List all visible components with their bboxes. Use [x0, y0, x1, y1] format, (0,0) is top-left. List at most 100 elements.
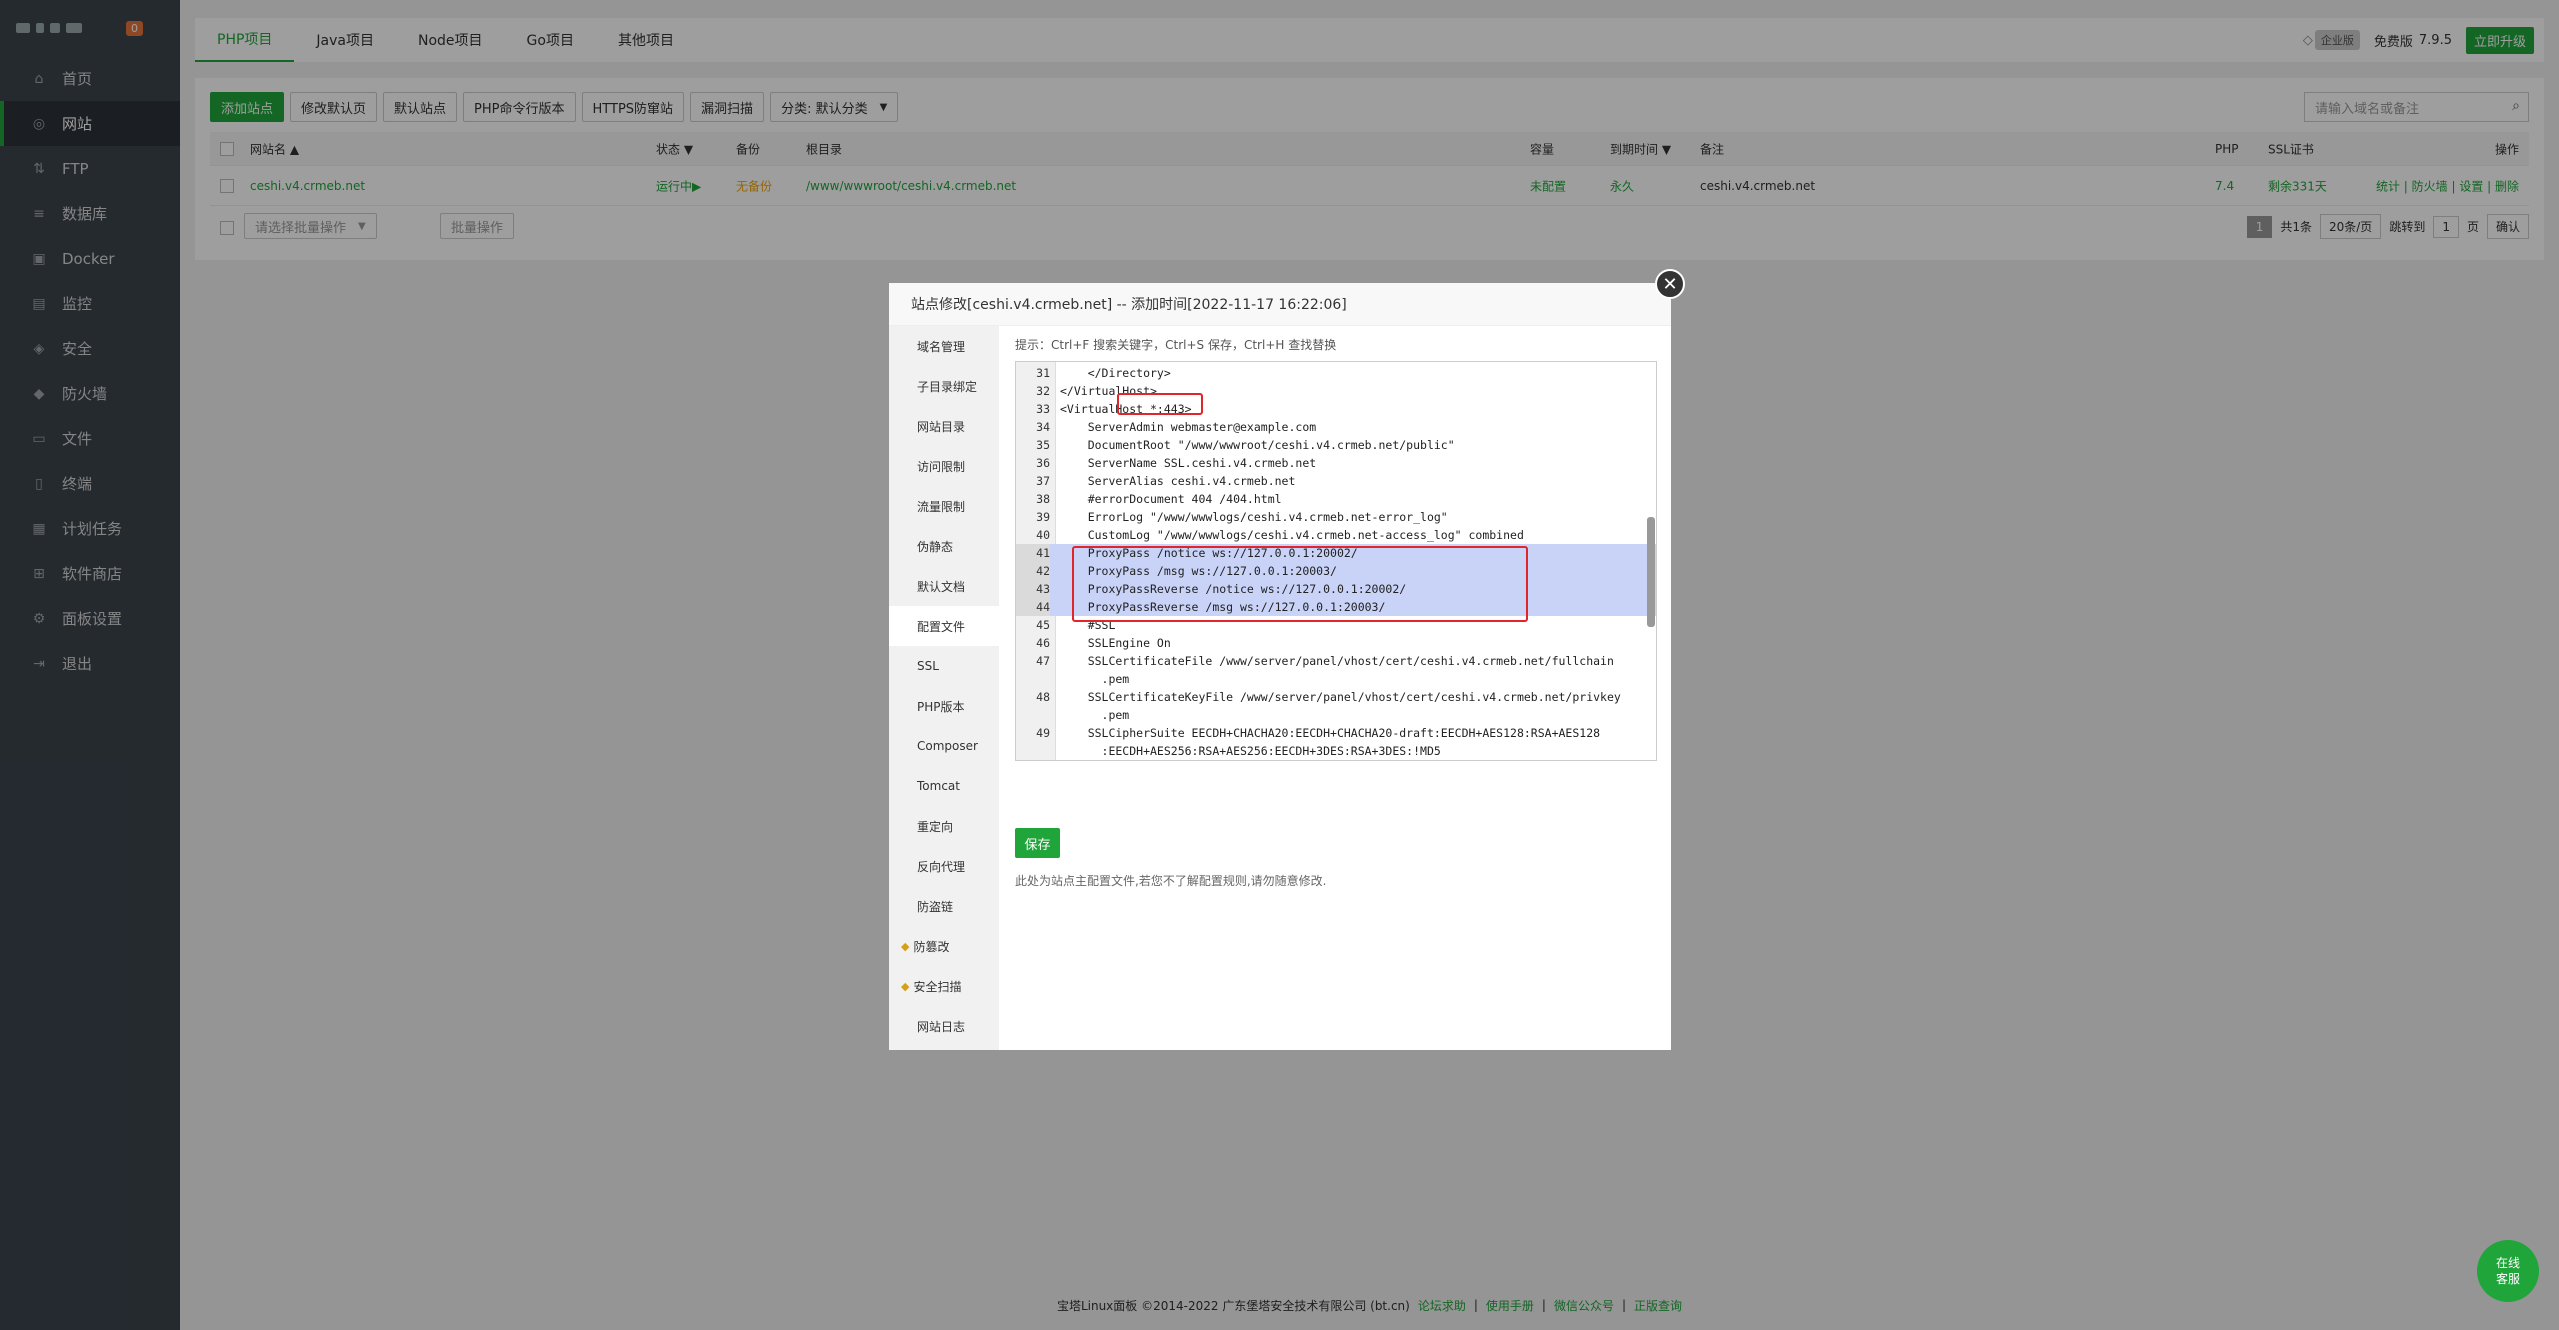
line-number: 42 — [1016, 562, 1050, 580]
line-number: 40 — [1036, 528, 1050, 542]
dialog-menu-label: 默认文档 — [917, 579, 966, 594]
code-line[interactable]: 38 #errorDocument 404 /404.html — [1016, 490, 1656, 508]
dialog-menu-label: 访问限制 — [917, 459, 966, 474]
dialog-menu-label: 配置文件 — [917, 619, 966, 634]
dialog-title: 站点修改[ceshi.v4.crmeb.net] -- 添加时间[2022-11… — [889, 283, 1671, 326]
dialog-menu-item-0[interactable]: 域名管理 — [889, 326, 999, 366]
code-line[interactable]: 36 ServerName SSL.ceshi.v4.crmeb.net — [1016, 454, 1656, 472]
dialog-menu-label: 域名管理 — [917, 339, 966, 354]
dialog-menu-item-11[interactable]: Tomcat — [889, 766, 999, 806]
line-text: CustomLog "/www/wwwlogs/ceshi.v4.crmeb.n… — [1060, 528, 1524, 542]
line-number: 43 — [1016, 580, 1050, 598]
dialog-menu-item-15[interactable]: ◆ 防篡改 — [889, 926, 999, 966]
line-text: .pem — [1060, 708, 1130, 722]
code-line[interactable]: 34 ServerAdmin webmaster@example.com — [1016, 418, 1656, 436]
code-line[interactable]: 49 SSLCipherSuite EECDH+CHACHA20:EECDH+C… — [1016, 724, 1656, 742]
code-line[interactable]: 40 CustomLog "/www/wwwlogs/ceshi.v4.crme… — [1016, 526, 1656, 544]
line-number: 45 — [1036, 618, 1050, 632]
line-text: .pem — [1060, 672, 1130, 686]
online-support-label: 在线客服 — [2495, 1256, 2520, 1286]
dialog-menu-label: 安全扫描 — [913, 979, 962, 994]
code-line[interactable]: :EECDH+AES256:RSA+AES256:EECDH+3DES:RSA+… — [1016, 742, 1656, 760]
dialog-menu-item-8[interactable]: SSL — [889, 646, 999, 686]
dialog-menu-label: 反向代理 — [917, 859, 966, 874]
dialog-menu-item-7[interactable]: 配置文件 — [889, 606, 999, 646]
editor-hint: 提示：Ctrl+F 搜索关键字，Ctrl+S 保存，Ctrl+H 查找替换 — [1015, 338, 1337, 352]
dialog-menu-label: 网站目录 — [917, 419, 966, 434]
code-line[interactable]: 47 SSLCertificateFile /www/server/panel/… — [1016, 652, 1656, 670]
dialog-menu-label: 子目录绑定 — [917, 379, 978, 394]
highlight-box-proxypass — [1072, 546, 1528, 622]
dialog-menu-label: SSL — [917, 659, 939, 673]
line-text: ErrorLog "/www/wwwlogs/ceshi.v4.crmeb.ne… — [1060, 510, 1448, 524]
line-number: 37 — [1036, 474, 1050, 488]
code-line[interactable]: .pem — [1016, 706, 1656, 724]
highlight-box-virtualhost — [1117, 393, 1203, 415]
dialog-menu-label: 防盗链 — [917, 899, 954, 914]
code-line[interactable]: 37 ServerAlias ceshi.v4.crmeb.net — [1016, 472, 1656, 490]
dialog-menu-label: Tomcat — [917, 779, 960, 793]
line-number: 44 — [1016, 598, 1050, 616]
dialog-menu-label: 防篡改 — [913, 939, 950, 954]
online-support-button[interactable]: 在线客服 — [2477, 1240, 2539, 1302]
line-number: 33 — [1036, 402, 1050, 416]
line-number: 36 — [1036, 456, 1050, 470]
dialog-menu-item-4[interactable]: 流量限制 — [889, 486, 999, 526]
site-edit-dialog: 站点修改[ceshi.v4.crmeb.net] -- 添加时间[2022-11… — [889, 269, 1685, 1050]
code-line[interactable]: 46 SSLEngine On — [1016, 634, 1656, 652]
dialog-menu-item-9[interactable]: PHP版本 — [889, 686, 999, 726]
config-note: 此处为站点主配置文件,若您不了解配置规则,请勿随意修改. — [1015, 874, 1327, 888]
line-text: #errorDocument 404 /404.html — [1060, 492, 1282, 506]
dialog-menu-item-1[interactable]: 子目录绑定 — [889, 366, 999, 406]
line-number: 48 — [1036, 690, 1050, 704]
premium-diamond-icon: ◆ — [901, 939, 910, 953]
dialog-menu-item-16[interactable]: ◆ 安全扫描 — [889, 966, 999, 1006]
line-text: SSLCertificateKeyFile /www/server/panel/… — [1060, 690, 1621, 704]
close-icon[interactable]: ✕ — [1655, 269, 1685, 299]
dialog-menu-label: PHP版本 — [917, 699, 965, 714]
editor-scrollbar[interactable] — [1647, 517, 1655, 627]
line-number: 47 — [1036, 654, 1050, 668]
line-number: 41 — [1016, 544, 1050, 562]
config-file-panel: 提示：Ctrl+F 搜索关键字，Ctrl+S 保存，Ctrl+H 查找替换 31… — [1015, 336, 1657, 1050]
dialog-menu-item-3[interactable]: 访问限制 — [889, 446, 999, 486]
line-text: SSLCipherSuite EECDH+CHACHA20:EECDH+CHAC… — [1060, 726, 1601, 740]
line-number: 34 — [1036, 420, 1050, 434]
code-line[interactable]: 31 </Directory> — [1016, 364, 1656, 382]
dialog-menu-label: 重定向 — [917, 819, 954, 834]
dialog-menu-label: 网站日志 — [917, 1019, 966, 1034]
code-line[interactable]: 32 </VirtualHost> — [1016, 382, 1656, 400]
line-text: DocumentRoot "/www/wwwroot/ceshi.v4.crme… — [1060, 438, 1455, 452]
line-text: ServerAlias ceshi.v4.crmeb.net — [1060, 474, 1296, 488]
dialog-menu-item-5[interactable]: 伪静态 — [889, 526, 999, 566]
code-line[interactable]: 39 ErrorLog "/www/wwwlogs/ceshi.v4.crmeb… — [1016, 508, 1656, 526]
line-text: SSLCertificateFile /www/server/panel/vho… — [1060, 654, 1614, 668]
dialog-side-menu: 域名管理子目录绑定网站目录访问限制流量限制伪静态默认文档配置文件 SSL PHP版本… — [889, 326, 999, 1050]
line-text: </Directory> — [1060, 366, 1171, 380]
line-text: ServerName SSL.ceshi.v4.crmeb.net — [1060, 456, 1317, 470]
dialog-menu-item-10[interactable]: Composer — [889, 726, 999, 766]
code-line[interactable]: .pem — [1016, 670, 1656, 688]
line-text: ServerAdmin webmaster@example.com — [1060, 420, 1317, 434]
code-line[interactable]: 48 SSLCertificateKeyFile /www/server/pan… — [1016, 688, 1656, 706]
dialog-menu-item-13[interactable]: 反向代理 — [889, 846, 999, 886]
dialog-menu-label: 伪静态 — [917, 539, 954, 554]
line-number: 32 — [1036, 384, 1050, 398]
line-number: 49 — [1036, 726, 1050, 740]
dialog-menu-item-6[interactable]: 默认文档 — [889, 566, 999, 606]
dialog-menu-item-14[interactable]: 防盗链 — [889, 886, 999, 926]
dialog-menu-item-17[interactable]: 网站日志 — [889, 1006, 999, 1046]
code-line[interactable]: 35 DocumentRoot "/www/wwwroot/ceshi.v4.c… — [1016, 436, 1656, 454]
line-number: 35 — [1036, 438, 1050, 452]
code-line[interactable]: 33 <VirtualHost *:443> — [1016, 400, 1656, 418]
line-text: :EECDH+AES256:RSA+AES256:EECDH+3DES:RSA+… — [1060, 744, 1441, 758]
dialog-menu-item-12[interactable]: 重定向 — [889, 806, 999, 846]
line-number: 31 — [1036, 366, 1050, 380]
save-button[interactable]: 保存 — [1015, 828, 1060, 858]
config-editor[interactable]: 31 </Directory> 32 </VirtualHost> 33 <Virtua… — [1015, 361, 1657, 761]
line-text: SSLEngine On — [1060, 636, 1171, 650]
dialog-menu-item-2[interactable]: 网站目录 — [889, 406, 999, 446]
dialog-menu-label: 流量限制 — [917, 499, 966, 514]
premium-diamond-icon: ◆ — [901, 979, 910, 993]
line-number: 38 — [1036, 492, 1050, 506]
